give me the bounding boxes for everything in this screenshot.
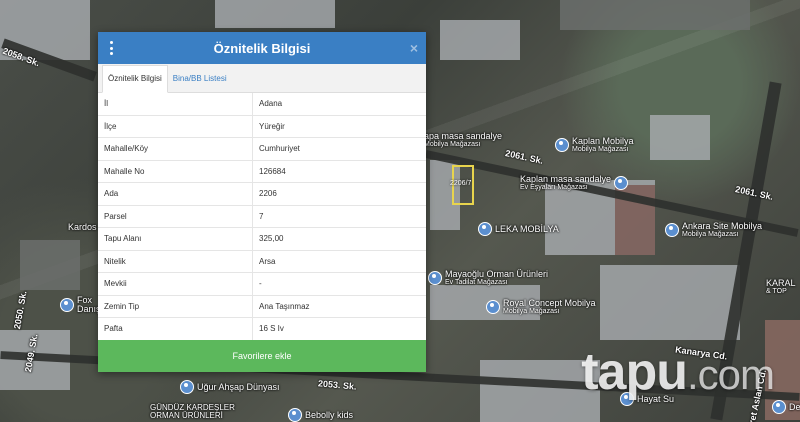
table-row: Zemin Tip Ana Taşınmaz [98,295,426,318]
close-icon[interactable]: × [410,39,418,57]
attribute-value: 126684 [252,160,426,183]
attribute-value: 16 S Iv [252,317,426,341]
table-row: Mahalle No 126684 [98,160,426,183]
map-pin-icon [614,176,629,190]
attribute-key: Ada [98,182,253,206]
table-row: Mahalle/Köy Cumhuriyet [98,137,426,161]
panel-header: Öznitelik Bilgisi × [98,32,426,64]
poi-marker[interactable]: KARAL & TOP [766,278,796,296]
tapu-watermark: tapu.com [581,343,775,401]
poi-marker[interactable]: Fox Danış [60,296,101,314]
parcel-label: 2206/7 [450,180,472,187]
table-row: İlçe Yüreğir [98,115,426,138]
street-label: 2050. Sk. [11,290,29,330]
attribute-key: Nitelik [98,250,253,273]
attribute-value: Arsa [252,250,426,273]
table-row: Mevkii - [98,272,426,296]
attribute-key: Tapu Alanı [98,227,253,251]
attribute-key: Mahalle No [98,160,253,183]
table-row: Pafta 16 S Iv [98,317,426,341]
attribute-key: Zemin Tip [98,295,253,318]
poi-marker[interactable]: Kaplan masa sandalye Ev Eşyaları Mağazası [520,174,629,192]
table-row: Ada 2206 [98,182,426,206]
attribute-key: Mevkii [98,272,253,296]
street-label: 2053. Sk. [317,378,357,392]
attribute-value: Yüreğir [252,115,426,138]
poi-marker[interactable]: Uğur Ahşap Dünyası [180,380,280,394]
map-pin-icon [665,223,679,237]
attribute-table: İl Adana İlçe Yüreğir Mahalle/Köy Cumhuriyet M… [98,93,426,341]
attribute-value: Adana [252,93,426,116]
street-label: 2061. Sk. [504,148,545,166]
map-pin-icon [478,222,492,236]
attribute-value: - [252,272,426,296]
poi-marker[interactable]: Defne [772,400,800,414]
attribute-value: 7 [252,205,426,228]
attribute-value: Cumhuriyet [252,137,426,161]
poi-marker[interactable]: Kardos [68,222,97,232]
add-to-favorites-button[interactable]: Favorilere ekle [98,340,426,372]
attribute-value: Ana Taşınmaz [252,295,426,318]
poi-marker[interactable]: LEKA MOBİLYA [478,222,559,236]
table-row: Nitelik Arsa [98,250,426,273]
map-pin-icon [486,300,500,314]
vertical-dots-menu-icon[interactable] [110,41,114,55]
table-row: İl Adana [98,93,426,116]
poi-marker[interactable]: Bebolly kids [288,408,353,422]
attribute-value: 325,00 [252,227,426,251]
attribute-key: İlçe [98,115,253,138]
panel-title: Öznitelik Bilgisi [213,40,311,56]
poi-marker[interactable]: Kaplan Mobilya Mobilya Mağazası [555,136,634,154]
table-row: Parsel 7 [98,205,426,228]
table-row: Tapu Alanı 325,00 [98,227,426,251]
tab-building-list[interactable]: Bina/BB Listesi [168,66,232,92]
panel-tabs: Öznitelik Bilgisi Bina/BB Listesi [98,64,426,93]
map-pin-icon [772,400,786,414]
tab-attribute-info[interactable]: Öznitelik Bilgisi [102,65,168,93]
attribute-key: İl [98,93,253,116]
attribute-value: 2206 [252,182,426,206]
attribute-key: Mahalle/Köy [98,137,253,161]
poi-marker[interactable]: apa masa sandalye Mobilya Mağazası [424,131,502,149]
poi-marker[interactable]: GÜNDÜZ KARDEŞLER ORMAN ÜRÜNLERİ [150,404,260,420]
poi-marker[interactable]: Royal Concept Mobilya Mobilya Mağazası [486,298,596,316]
map-pin-icon [180,380,194,394]
map-pin-icon [428,271,442,285]
map-pin-icon [555,138,569,152]
map-pin-icon [60,298,74,312]
attribute-key: Parsel [98,205,253,228]
attribute-key: Pafta [98,317,253,341]
map-pin-icon [288,408,302,422]
attribute-info-panel: Öznitelik Bilgisi × Öznitelik Bilgisi Bi… [98,32,426,372]
poi-marker[interactable]: Ankara Site Mobilya Mobilya Mağazası [665,221,762,239]
poi-marker[interactable]: Mayaoğlu Orman Ürünleri Ev Tadilat Mağaza… [428,269,548,287]
